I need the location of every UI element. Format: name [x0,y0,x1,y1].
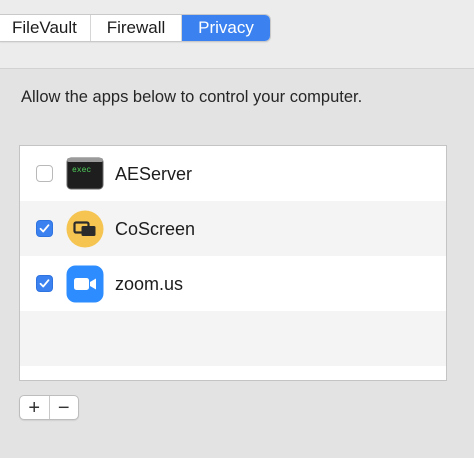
tab-privacy[interactable]: Privacy [182,15,270,41]
coscreen-checkbox[interactable] [36,220,53,237]
coscreen-icon [66,210,104,248]
list-item-empty [20,311,446,366]
app-name-aeserver: AEServer [115,164,193,184]
app-list: exec AEServer CoScreen zoom.us [19,145,447,381]
terminal-exec-icon: exec [66,155,104,193]
remove-button[interactable]: − [48,396,79,419]
list-item-empty [20,366,446,380]
app-name-zoom: zoom.us [115,274,184,294]
list-item-coscreen[interactable]: CoScreen [20,201,446,256]
zoom-checkbox[interactable] [36,275,53,292]
tab-bar: FileVault Firewall Privacy [0,14,271,42]
svg-text:exec: exec [72,166,91,175]
list-controls: + − [19,395,79,420]
list-item-zoom[interactable]: zoom.us [20,256,446,311]
app-name-coscreen: CoScreen [115,219,196,239]
tab-filevault[interactable]: FileVault [0,15,91,41]
checkmark-icon [39,224,50,233]
instruction-text: Allow the apps below to control your com… [21,88,363,106]
tab-firewall[interactable]: Firewall [91,15,182,41]
zoom-camera-icon [66,265,104,303]
checkmark-icon [39,279,50,288]
aeserver-checkbox[interactable] [36,165,53,182]
add-button[interactable]: + [20,396,49,419]
list-item-aeserver[interactable]: exec AEServer [20,146,446,201]
